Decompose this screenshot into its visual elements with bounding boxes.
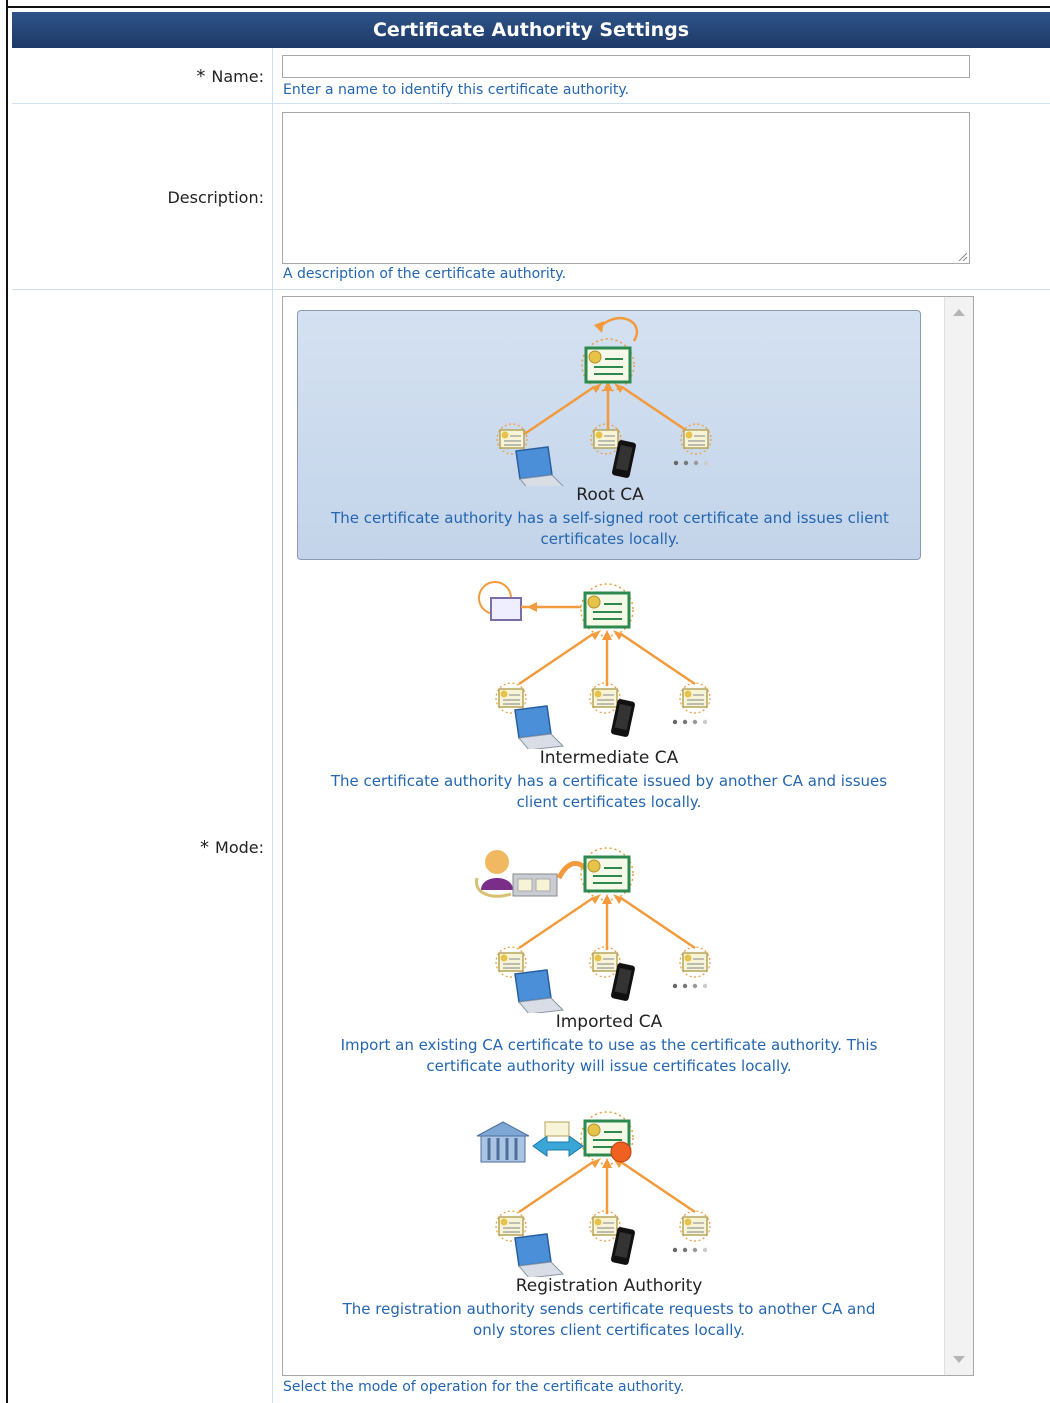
option-description-line: The certificate authority has a certific… [330, 772, 888, 790]
option-description-line: certificate authority will issue certifi… [426, 1057, 792, 1075]
name-input[interactable] [282, 55, 970, 78]
mode-hint: Select the mode of operation for the cer… [283, 1379, 685, 1395]
option-description: The certificate authority has a certific… [297, 771, 921, 813]
mode-option-intermediate-ca[interactable]: Intermediate CA The certificate authorit… [297, 574, 921, 824]
mode-label: * Mode: [200, 837, 264, 858]
resize-grip-icon[interactable] [957, 251, 967, 261]
mode-option-imported-ca[interactable]: Imported CA Import an existing CA certif… [297, 838, 921, 1088]
name-label-cell: * Name: [12, 48, 273, 103]
mode-option-root-ca[interactable]: Root CA The certificate authority has a … [297, 310, 921, 560]
description-label: Description: [167, 188, 264, 207]
option-description-line: certificates locally. [540, 530, 680, 548]
frame-top-border [0, 0, 1050, 8]
option-title: Intermediate CA [539, 748, 679, 768]
section-header: Certificate Authority Settings [12, 12, 1050, 48]
option-title: Registration Authority [515, 1276, 703, 1296]
required-mark: * [196, 66, 206, 87]
option-description-line: Import an existing CA certificate to use… [340, 1036, 878, 1054]
option-description-line: client certificates locally. [516, 793, 702, 811]
option-description: Import an existing CA certificate to use… [297, 1035, 921, 1077]
mode-label-text: Mode: [215, 838, 264, 857]
frame-left-border [0, 0, 8, 1403]
description-label-cell: Description: [12, 104, 273, 289]
mode-label-cell: * Mode: [12, 290, 273, 1403]
mode-option-registration-authority[interactable]: Registration Authority The registration … [297, 1102, 921, 1352]
imported-ca-diagram-icon [475, 846, 711, 1013]
description-textarea[interactable] [282, 112, 970, 264]
option-title: Root CA [576, 485, 644, 505]
option-description-line: only stores client certificates locally. [473, 1321, 745, 1339]
name-label: * Name: [196, 66, 264, 87]
scroll-up-arrow-icon[interactable] [953, 309, 965, 316]
option-title: Imported CA [555, 1012, 663, 1032]
registration-authority-diagram-icon [476, 1110, 711, 1277]
name-hint: Enter a name to identify this certificat… [283, 82, 630, 98]
intermediate-ca-diagram-icon [478, 581, 711, 749]
option-description: The registration authority sends certifi… [297, 1299, 921, 1341]
root-ca-diagram-icon [496, 316, 712, 486]
description-hint: A description of the certificate authori… [283, 266, 567, 282]
mode-listbox[interactable]: Root CA The certificate authority has a … [282, 296, 974, 1376]
required-mark: * [200, 837, 210, 858]
scroll-down-arrow-icon[interactable] [953, 1356, 965, 1363]
name-label-text: Name: [211, 67, 264, 86]
mode-scrollbar[interactable] [944, 297, 973, 1375]
option-description: The certificate authority has a self-sig… [298, 508, 922, 550]
option-description-line: The registration authority sends certifi… [342, 1300, 876, 1318]
option-description-line: The certificate authority has a self-sig… [331, 509, 889, 527]
